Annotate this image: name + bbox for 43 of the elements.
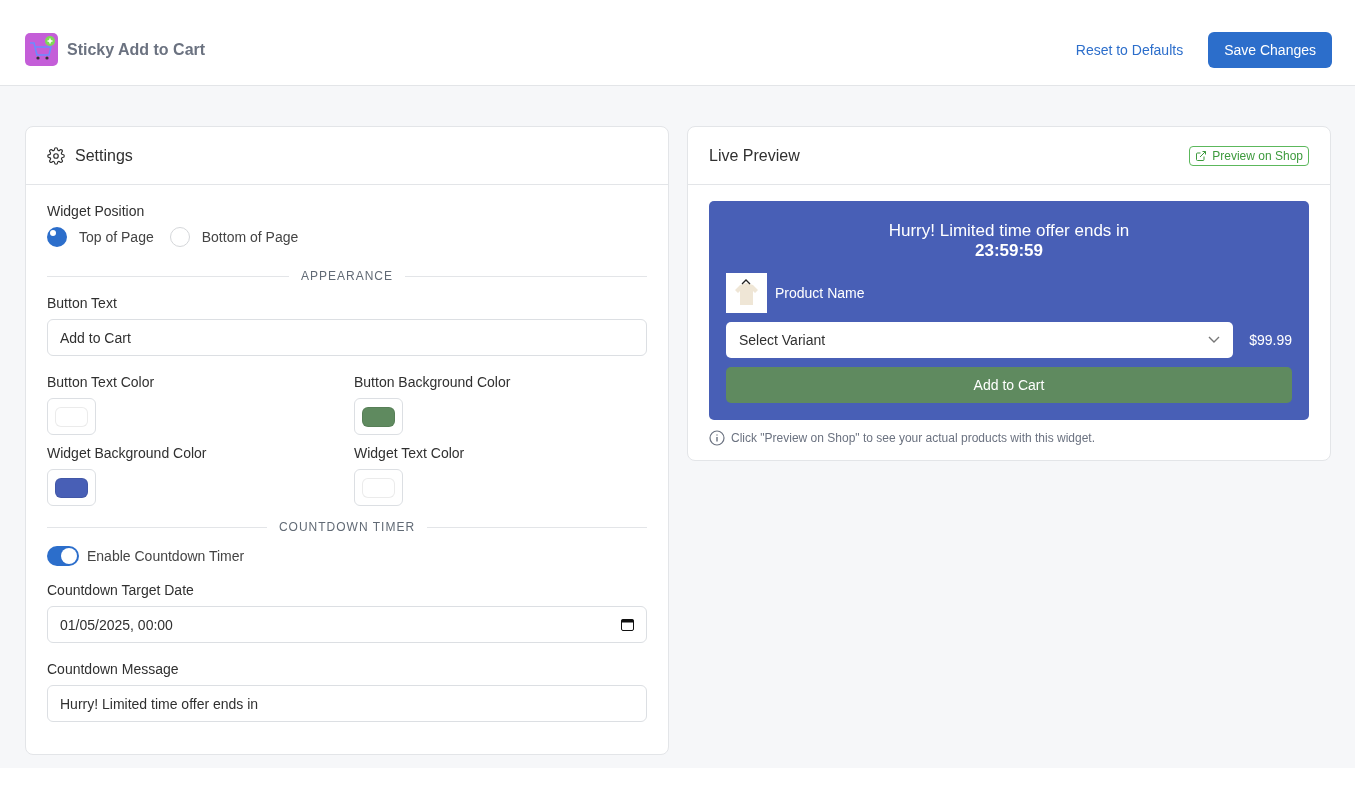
card-title: Live Preview [709, 146, 800, 165]
color-picker[interactable] [47, 398, 96, 435]
field-label: Countdown Target Date [47, 582, 195, 598]
toggle-switch[interactable] [47, 546, 79, 566]
radio-button[interactable] [47, 227, 67, 247]
color-picker[interactable] [354, 469, 403, 506]
product-price: $99.99 [1249, 332, 1292, 348]
settings-icon [47, 146, 65, 165]
app-title: Sticky Add to Cart [67, 40, 206, 59]
external-link-icon [1195, 149, 1208, 162]
color-picker[interactable] [47, 469, 96, 506]
color-picker[interactable] [354, 398, 403, 435]
field-label: Widget Background Color [47, 445, 208, 461]
section-heading: APPEARANCE [301, 269, 393, 283]
countdown-message: Hurry! Limited time offer ends in [887, 221, 1131, 241]
section-heading: COUNTDOWN TIMER [278, 520, 416, 534]
field-label: Widget Text Color [354, 445, 466, 461]
card-title: Settings [75, 146, 133, 165]
radio-label: Bottom of Page [201, 229, 299, 245]
field-label: Button Text Color [47, 374, 156, 390]
field-label: Countdown Message [47, 661, 180, 677]
info-icon [709, 430, 725, 446]
field-label: Widget Position [47, 203, 146, 219]
reset-link[interactable]: Reset to Defaults [1075, 41, 1184, 58]
toggle-label: Enable Countdown Timer [87, 548, 245, 564]
add-to-cart-button[interactable]: Add to Cart [726, 367, 1292, 403]
chevron-down-icon [1208, 336, 1221, 344]
variant-select[interactable]: Select Variant [726, 322, 1234, 358]
field-label: Button Background Color [354, 374, 512, 390]
date-input[interactable]: 01/05/2025, 00:00 [47, 606, 647, 643]
cart-logo-icon [25, 33, 58, 66]
countdown-timer: 23:59:59 [973, 241, 1045, 261]
preview-on-shop-link[interactable]: Preview on Shop [1189, 145, 1309, 166]
save-button[interactable]: Save Changes [1208, 31, 1332, 68]
preview-note: Click "Preview on Shop" to see your actual products with this widget. [731, 431, 1096, 445]
date-value: 01/05/2025, 00:00 [60, 616, 173, 633]
field-label: Button Text [47, 295, 118, 311]
text-input[interactable]: Hurry! Limited time offer ends in [47, 685, 647, 722]
tshirt-thumbnail-icon [726, 273, 767, 313]
text-input[interactable]: Add to Cart [47, 319, 647, 356]
radio-label: Top of Page [79, 229, 154, 245]
calendar-icon[interactable] [621, 618, 634, 631]
product-name: Product Name [775, 285, 865, 301]
